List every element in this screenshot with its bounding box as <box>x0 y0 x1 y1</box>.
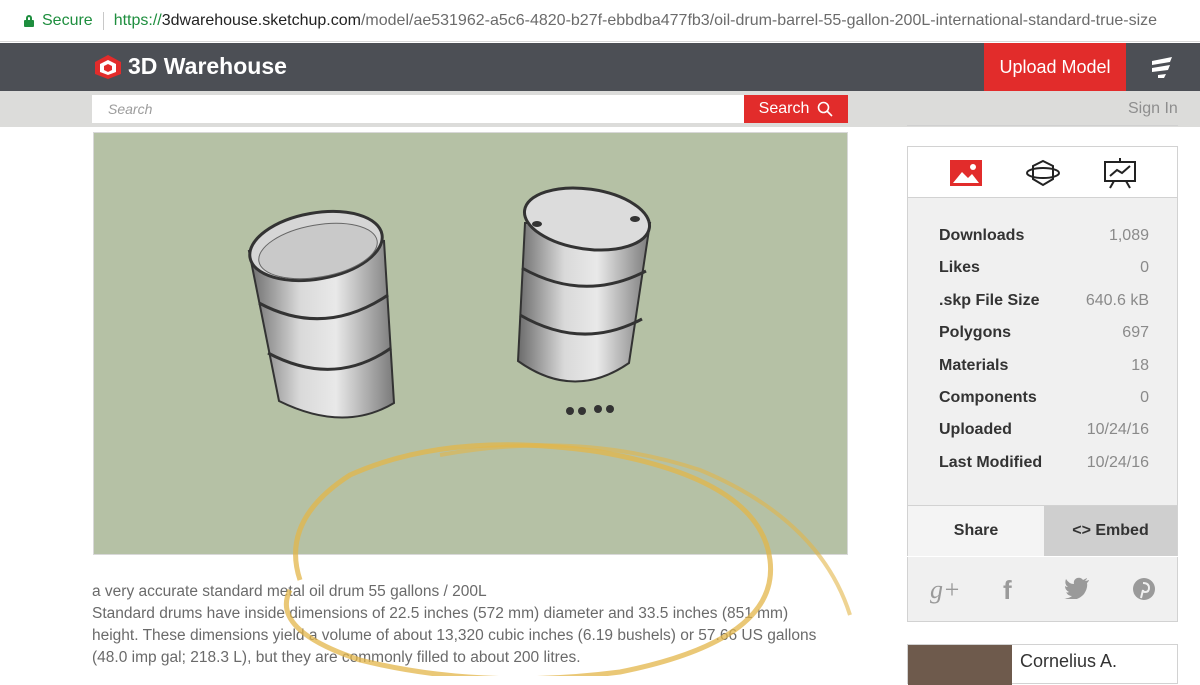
google-plus-icon[interactable]: g+ <box>930 575 961 605</box>
url-text[interactable]: https://3dwarehouse.sketchup.com/model/a… <box>114 12 1157 30</box>
model-stats: Downloads 1,089 Likes 0 .skp File Size 640.… <box>939 227 1149 486</box>
stat-value: 697 <box>1122 324 1149 342</box>
stat-label: Last Modified <box>939 453 1043 471</box>
rotate-3d-icon[interactable] <box>1025 157 1061 189</box>
open-drum-model <box>247 209 396 419</box>
social-share-row: g+ f <box>907 557 1178 622</box>
sign-in-link[interactable]: Sign In <box>1128 100 1178 118</box>
browser-address-bar: Secure https://3dwarehouse.sketchup.com/… <box>0 0 1200 42</box>
stat-value: 0 <box>1140 388 1149 406</box>
stat-row: .skp File Size 640.6 kB <box>939 292 1149 324</box>
search-icon <box>818 101 833 117</box>
stat-label: Likes <box>939 259 980 277</box>
description-line: a very accurate standard metal oil drum … <box>92 583 487 600</box>
closed-drum-model <box>516 186 652 415</box>
search-bar: Search Search Sign In <box>0 91 1200 127</box>
avatar[interactable] <box>908 645 1012 685</box>
description-line: height. These dimensions yield a volume … <box>92 627 817 644</box>
author-name[interactable]: Cornelius A. <box>1020 651 1117 672</box>
stat-value: 10/24/16 <box>1086 421 1149 439</box>
stat-label: Uploaded <box>939 421 1012 439</box>
description-line: Standard drums have inside dimensions of… <box>92 605 789 622</box>
stat-row: Materials 18 <box>939 357 1149 389</box>
url-scheme: https:// <box>113 12 162 29</box>
site-header: 3D Warehouse Upload Model <box>0 43 1200 91</box>
stat-label: Components <box>939 388 1037 406</box>
stat-row: Likes 0 <box>939 259 1149 291</box>
stat-row: Components 0 <box>939 389 1149 421</box>
stat-label: Polygons <box>939 324 1012 342</box>
url-box[interactable]: Secure https://3dwarehouse.sketchup.com/… <box>12 6 1200 36</box>
stat-value: 10/24/16 <box>1086 453 1149 471</box>
presentation-icon[interactable] <box>1102 157 1138 189</box>
url-path: /model/ae531962-a5c6-4820-b27f-ebbdba477… <box>360 12 1158 29</box>
stat-value: 18 <box>1131 356 1149 374</box>
view-mode-tabs <box>908 147 1177 198</box>
url-host: 3dwarehouse.sketchup.com <box>161 12 361 29</box>
image-icon[interactable] <box>948 157 984 189</box>
model-preview[interactable] <box>93 132 848 555</box>
stat-label: Downloads <box>939 227 1025 244</box>
model-description: a very accurate standard metal oil drum … <box>92 581 852 669</box>
upload-model-button[interactable]: Upload Model <box>984 43 1126 91</box>
facebook-icon[interactable]: f <box>1003 575 1012 606</box>
embed-tab[interactable]: <> Embed <box>1044 506 1177 556</box>
divider <box>102 12 104 30</box>
lock-icon <box>24 15 34 27</box>
site-logo[interactable]: 3D Warehouse <box>94 53 287 80</box>
panel-top-border <box>907 125 1178 129</box>
search-input[interactable]: Search <box>92 95 744 123</box>
share-embed-tabs: Share <> Embed <box>908 505 1177 556</box>
stat-value: 640.6 kB <box>1085 291 1149 309</box>
stat-value: 0 <box>1140 259 1149 277</box>
menu-icon[interactable] <box>1148 53 1178 81</box>
search-button-label: Search <box>758 100 810 117</box>
share-tab[interactable]: Share <box>908 506 1044 556</box>
author-card[interactable]: Cornelius A. <box>907 644 1178 685</box>
stat-label: .skp File Size <box>939 291 1040 309</box>
secure-label: Secure <box>42 12 93 29</box>
stat-row: Last Modified 10/24/16 <box>939 454 1149 486</box>
stat-value: 1,089 <box>1108 227 1149 244</box>
logo-text: 3D Warehouse <box>128 53 287 79</box>
model-preview-image <box>247 186 652 419</box>
stat-row: Downloads 1,089 <box>939 227 1149 259</box>
stat-row: Uploaded 10/24/16 <box>939 421 1149 453</box>
description-line: (48.0 imp gal; 218.3 L), but they are co… <box>92 649 581 666</box>
stat-row: Polygons 697 <box>939 324 1149 356</box>
stat-label: Materials <box>939 356 1009 374</box>
twitter-icon[interactable] <box>1064 577 1090 599</box>
search-button[interactable]: Search <box>744 95 848 123</box>
model-info-panel: Downloads 1,089 Likes 0 .skp File Size 640.… <box>907 146 1178 556</box>
pinterest-icon[interactable] <box>1132 577 1156 601</box>
warehouse-logo-icon <box>95 54 121 79</box>
